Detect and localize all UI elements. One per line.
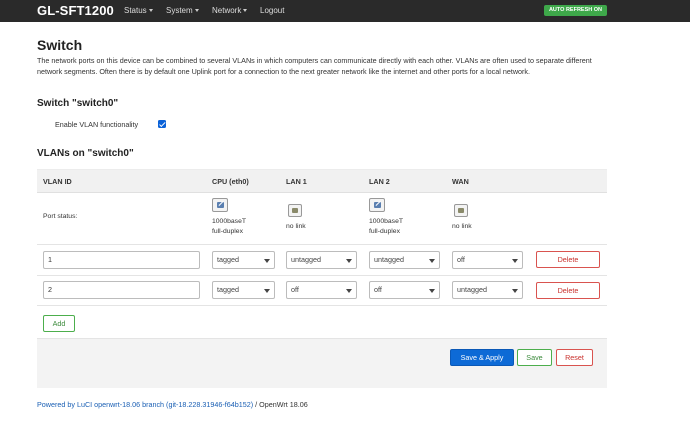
lan1-select[interactable]: off	[286, 281, 357, 299]
port-cpu-duplex: full-duplex	[212, 227, 243, 235]
delete-button[interactable]: Delete	[536, 251, 600, 268]
col-lan1: LAN 1	[286, 177, 307, 186]
port-cpu-speed: 1000baseT	[212, 218, 247, 225]
select-value: off	[457, 255, 465, 264]
port-status-cpu: 1000baseT full-duplex	[212, 217, 246, 236]
port-status-wan: no link	[452, 223, 472, 230]
menu-status-label: Status	[124, 6, 147, 15]
menu-network-label: Network	[212, 6, 242, 15]
menu-system-label: System	[166, 6, 193, 15]
switch-section-title: Switch "switch0"	[37, 98, 119, 109]
page-description: The network ports on this device can be …	[37, 56, 592, 76]
select-value: off	[291, 285, 299, 294]
col-vlan-id: VLAN ID	[43, 177, 72, 186]
chevron-down-icon	[512, 259, 518, 263]
enable-vlan-checkbox[interactable]	[158, 120, 166, 128]
menu-system[interactable]: System	[166, 6, 199, 15]
select-value: tagged	[217, 285, 239, 294]
cpu-select[interactable]: tagged	[212, 281, 275, 299]
chevron-down-icon	[243, 9, 248, 13]
delete-button[interactable]: Delete	[536, 282, 600, 299]
wan-select[interactable]: untagged	[452, 281, 523, 299]
port-linked-icon	[369, 198, 385, 212]
vlan-id-input[interactable]: 1	[43, 251, 200, 269]
vlans-section-title: VLANs on "switch0"	[37, 148, 134, 159]
footer-suffix: / OpenWrt 18.06	[253, 400, 308, 409]
select-value: tagged	[217, 255, 239, 264]
port-status-lan2: 1000baseT full-duplex	[369, 217, 403, 236]
lan2-select[interactable]: untagged	[369, 251, 440, 269]
port-nolink-icon	[288, 204, 302, 217]
select-value: untagged	[374, 255, 404, 264]
chevron-down-icon	[512, 289, 518, 293]
page-footer: Powered by LuCI openwrt-18.06 branch (gi…	[37, 400, 308, 409]
lan2-select[interactable]: off	[369, 281, 440, 299]
page-title: Switch	[37, 37, 83, 53]
select-value: untagged	[457, 285, 487, 294]
save-button[interactable]: Save	[517, 349, 552, 366]
cpu-select[interactable]: tagged	[212, 251, 275, 269]
vlan-table-header	[37, 169, 607, 193]
chevron-down-icon	[429, 259, 435, 263]
col-lan2: LAN 2	[369, 177, 390, 186]
port-lan2-speed: 1000baseT	[369, 218, 404, 225]
select-value: untagged	[291, 255, 321, 264]
chevron-down-icon	[346, 259, 352, 263]
enable-vlan-label: Enable VLAN functionality	[55, 120, 139, 129]
chevron-down-icon	[346, 289, 352, 293]
chevron-down-icon	[264, 259, 270, 263]
row-divider	[37, 305, 607, 306]
chevron-down-icon	[429, 289, 435, 293]
lan1-select[interactable]: untagged	[286, 251, 357, 269]
add-vlan-button[interactable]: Add	[43, 315, 75, 332]
vlan-id-input[interactable]: 2	[43, 281, 200, 299]
select-value: off	[374, 285, 382, 294]
menu-network[interactable]: Network	[212, 6, 248, 15]
chevron-down-icon	[264, 289, 270, 293]
top-navbar: GL-SFT1200 Status System Network Logout …	[0, 0, 690, 22]
col-wan: WAN	[452, 177, 469, 186]
save-apply-button[interactable]: Save & Apply	[450, 349, 514, 366]
port-status-label: Port status:	[43, 213, 78, 220]
row-divider	[37, 244, 607, 245]
wan-select[interactable]: off	[452, 251, 523, 269]
menu-status[interactable]: Status	[124, 6, 153, 15]
col-cpu: CPU (eth0)	[212, 177, 249, 186]
reset-button[interactable]: Reset	[556, 349, 593, 366]
row-divider	[37, 275, 607, 276]
luci-link[interactable]: Powered by LuCI openwrt-18.06 branch (gi…	[37, 400, 253, 409]
port-status-lan1: no link	[286, 223, 306, 230]
menu-logout[interactable]: Logout	[260, 6, 284, 15]
brand-title[interactable]: GL-SFT1200	[37, 3, 114, 18]
chevron-down-icon	[148, 9, 153, 13]
port-linked-icon	[212, 198, 228, 212]
port-nolink-icon	[454, 204, 468, 217]
port-lan2-duplex: full-duplex	[369, 227, 400, 235]
auto-refresh-badge[interactable]: AUTO REFRESH ON	[544, 5, 607, 16]
chevron-down-icon	[194, 9, 199, 13]
